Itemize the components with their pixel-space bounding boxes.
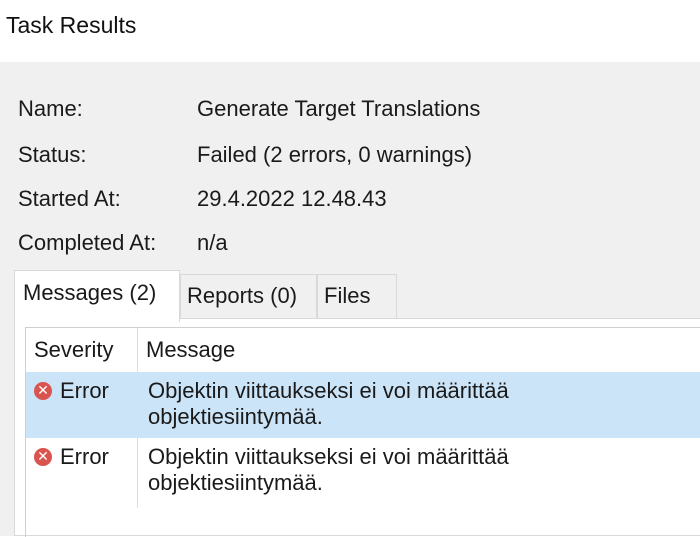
tab-reports-label: Reports (0) [187,283,298,308]
error-icon: ✕ [34,448,52,466]
name-label: Name: [18,96,83,121]
message-line: Objektin viittaukseksi ei voi määrittää [148,378,509,403]
tab-files[interactable]: Files [317,274,397,318]
tab-messages-label: Messages (2) [23,280,157,305]
name-value: Generate Target Translations [197,96,481,121]
message-line: Objektin viittaukseksi ei voi määrittää [148,444,509,469]
message-row[interactable]: ✕ Error Objektin viittaukseksi ei voi mä… [26,372,700,438]
status-value: Failed (2 errors, 0 warnings) [197,142,473,167]
message-line: objektiesiintymää. [148,470,323,495]
message-cell: Objektin viittaukseksi ei voi määrittää … [148,444,698,496]
message-row[interactable]: ✕ Error Objektin viittaukseksi ei voi mä… [26,438,700,504]
column-header-message[interactable]: Message [146,328,235,372]
messages-tab-content: Severity Message ✕ Error Objektin viitta… [14,318,700,537]
severity-cell: Error [60,444,109,469]
message-cell: Objektin viittaukseksi ei voi määrittää … [148,378,698,430]
started-at-value: 29.4.2022 12.48.43 [197,186,387,211]
tab-reports[interactable]: Reports (0) [180,274,317,318]
column-header-severity[interactable]: Severity [34,328,113,372]
messages-grid: Severity Message ✕ Error Objektin viitta… [25,327,700,537]
completed-at-label: Completed At: [18,230,157,255]
tab-files-label: Files [324,283,371,308]
error-icon: ✕ [34,382,52,400]
tab-messages[interactable]: Messages (2) [14,270,180,322]
started-at-label: Started At: [18,186,121,211]
status-label: Status: [18,142,87,167]
severity-cell: Error [60,378,109,403]
completed-at-value: n/a [197,230,228,255]
window-title: Task Results [6,12,137,38]
message-line: objektiesiintymää. [148,404,323,429]
